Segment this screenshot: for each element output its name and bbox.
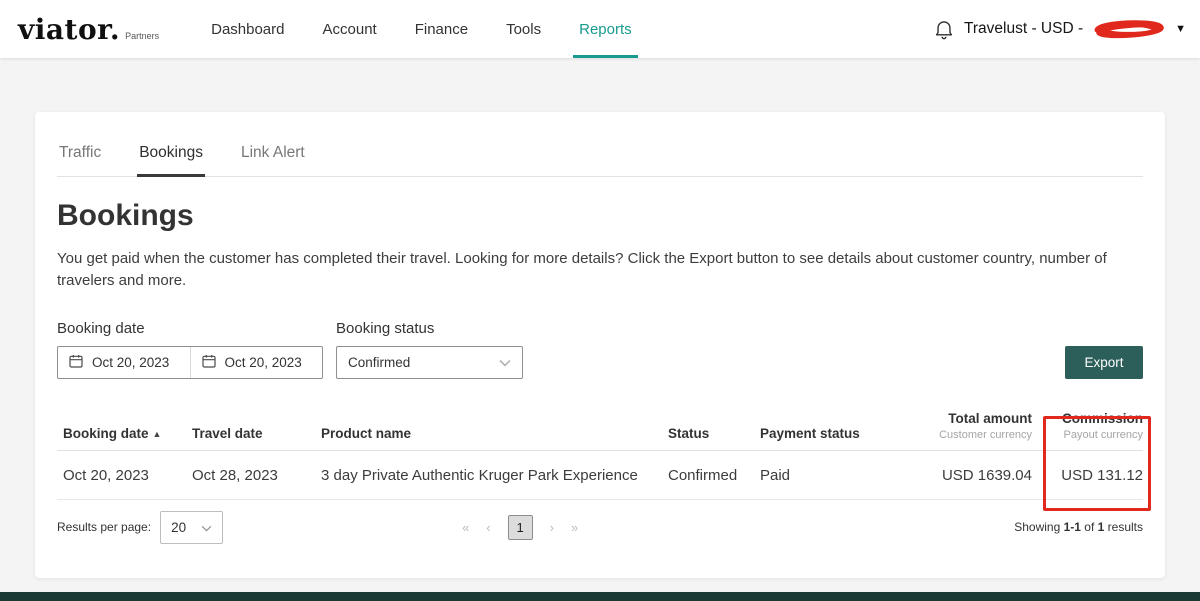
redaction-scribble	[1092, 18, 1166, 40]
results-summary: Showing 1-1 of 1 results	[1014, 520, 1143, 534]
nav-tools[interactable]: Tools	[506, 0, 541, 58]
booking-status-select[interactable]: Confirmed	[336, 345, 523, 379]
results-per-page-label: Results per page:	[57, 520, 152, 534]
prev-page-icon[interactable]: ‹	[486, 520, 490, 535]
calendar-icon	[201, 353, 217, 372]
col-product-name[interactable]: Product name	[321, 410, 668, 451]
cell-product-name: 3 day Private Authentic Kruger Park Expe…	[321, 450, 668, 500]
viator-logo[interactable]: viator. Partners	[18, 13, 159, 46]
calendar-icon	[68, 353, 84, 372]
col-total-amount-subtitle: Customer currency	[939, 428, 1032, 441]
next-page-icon[interactable]: ›	[550, 520, 554, 535]
chevron-down-icon	[201, 520, 212, 535]
booking-date-range-picker: Oct 20, 2023 Oct 20, 2023	[57, 345, 323, 379]
bookings-table: Booking date ▲ Travel date Product name S…	[57, 410, 1143, 500]
table-header-row: Booking date ▲ Travel date Product name S…	[57, 410, 1143, 451]
col-status[interactable]: Status	[668, 410, 760, 451]
viator-logo-text: viator.	[18, 12, 121, 46]
results-per-page-select[interactable]: 20	[160, 510, 224, 544]
booking-date-label: Booking date	[57, 319, 145, 337]
cell-commission: USD 131.12	[1032, 450, 1143, 500]
export-button[interactable]: Export	[1065, 345, 1143, 379]
cell-travel-date: Oct 28, 2023	[192, 450, 321, 500]
booking-status-filter: Booking status Confirmed	[336, 320, 523, 379]
col-commission-subtitle: Payout currency	[1063, 428, 1143, 441]
cell-total-amount: USD 1639.04	[902, 450, 1032, 500]
booking-date-filter: Booking date Oct 20, 2023 Oct 20, 2023	[57, 320, 323, 379]
page-title: Bookings	[57, 199, 194, 232]
main-nav: Dashboard Account Finance Tools Reports	[211, 0, 638, 58]
viator-logo-partners: Partners	[125, 30, 160, 41]
date-to-value: Oct 20, 2023	[224, 354, 302, 370]
date-from-value: Oct 20, 2023	[92, 354, 170, 370]
date-to-field[interactable]: Oct 20, 2023	[189, 346, 323, 378]
chevron-down-icon	[499, 355, 511, 370]
cell-booking-date: Oct 20, 2023	[57, 450, 192, 500]
nav-dashboard[interactable]: Dashboard	[211, 0, 284, 58]
bookings-report-card: Traffic Bookings Link Alert Bookings You…	[35, 112, 1165, 578]
account-area: Travelust - USD - ▼	[933, 18, 1186, 40]
current-page-button[interactable]: 1	[507, 514, 533, 540]
sort-asc-icon: ▲	[152, 428, 162, 439]
nav-finance[interactable]: Finance	[415, 0, 468, 58]
table-row[interactable]: Oct 20, 2023 Oct 28, 2023 3 day Private …	[57, 450, 1143, 500]
results-per-page: Results per page: 20	[57, 510, 224, 544]
col-booking-date[interactable]: Booking date ▲	[57, 410, 192, 451]
page-footer-bar	[0, 592, 1200, 601]
table-footer: Results per page: 20 « ‹ 1 › » Showing 1…	[57, 510, 1143, 544]
account-name-label[interactable]: Travelust - USD -	[964, 20, 1083, 38]
nav-account[interactable]: Account	[323, 0, 377, 58]
col-total-amount[interactable]: Total amount Customer currency	[902, 410, 1032, 451]
booking-status-label: Booking status	[336, 319, 435, 337]
tab-link-alert[interactable]: Link Alert	[239, 142, 307, 176]
cell-payment-status: Paid	[760, 450, 902, 500]
pagination: « ‹ 1 › »	[462, 514, 578, 540]
first-page-icon[interactable]: «	[462, 520, 469, 535]
cell-status: Confirmed	[668, 450, 760, 500]
top-nav-bar: viator. Partners Dashboard Account Finan…	[0, 0, 1200, 58]
date-from-field[interactable]: Oct 20, 2023	[58, 347, 190, 378]
results-per-page-value: 20	[171, 519, 187, 535]
filters-row: Booking date Oct 20, 2023 Oct 20, 2023 B…	[57, 320, 1143, 379]
col-commission[interactable]: Commission Payout currency	[1032, 410, 1143, 451]
col-payment-status[interactable]: Payment status	[760, 410, 902, 451]
tab-bookings[interactable]: Bookings	[137, 142, 205, 177]
col-travel-date[interactable]: Travel date	[192, 410, 321, 451]
page-description: You get paid when the customer has compl…	[57, 250, 1107, 289]
last-page-icon[interactable]: »	[571, 520, 578, 535]
report-tabs: Traffic Bookings Link Alert	[57, 142, 1143, 177]
tab-traffic[interactable]: Traffic	[57, 142, 103, 176]
account-caret-down-icon[interactable]: ▼	[1175, 23, 1186, 35]
nav-reports[interactable]: Reports	[573, 0, 638, 58]
notifications-bell-icon[interactable]	[933, 18, 955, 40]
booking-status-value: Confirmed	[348, 354, 411, 370]
